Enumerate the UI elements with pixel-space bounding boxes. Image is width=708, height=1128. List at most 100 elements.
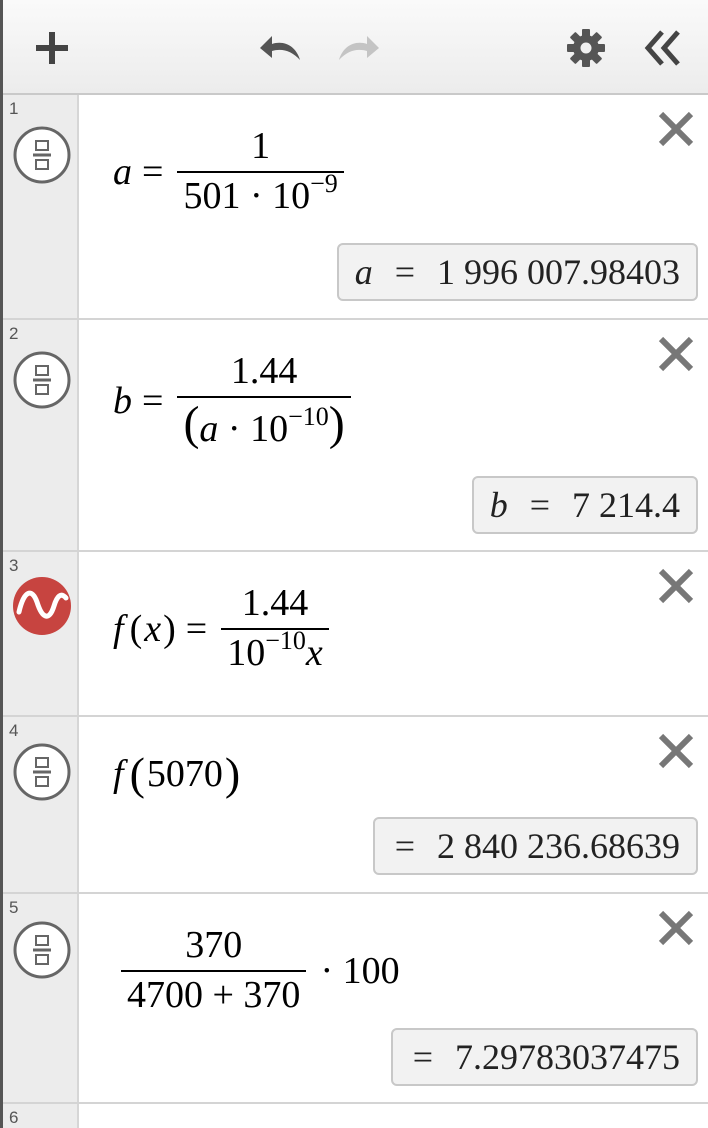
result-equals: =	[394, 826, 415, 866]
close-icon	[658, 111, 694, 147]
denominator-base: 10	[227, 631, 266, 674]
expression-index: 5	[9, 898, 19, 917]
result-value: 1 996 007.98403	[437, 252, 680, 292]
collapse-panel-button[interactable]	[634, 20, 690, 76]
exponent: −10	[265, 625, 306, 655]
close-icon	[658, 910, 694, 946]
math-expression[interactable]: f ( x ) = 1.44 10−10x	[113, 582, 333, 674]
denominator: 4700 + 370	[121, 969, 307, 1016]
numerator: 1.44	[241, 582, 309, 624]
expression-index: 2	[9, 324, 19, 343]
denominator-base: · 10	[218, 407, 289, 450]
result-variable: a	[354, 252, 373, 292]
undo-button[interactable]	[253, 20, 309, 76]
denominator: 10−10x	[221, 625, 329, 674]
function-name: f	[113, 607, 124, 650]
exponent: −10	[288, 401, 329, 431]
expression-row[interactable]: 4 f ( 5070 ) = 2 840 236.68639	[3, 717, 708, 894]
denominator-variable: a	[199, 407, 219, 450]
delete-expression-button[interactable]	[654, 564, 698, 608]
math-expression[interactable]: b = 1.44 (a · 10−10)	[113, 350, 355, 450]
variable-b: b	[113, 379, 132, 422]
evaluation-result: = 2 840 236.68639	[372, 817, 698, 875]
expression-row[interactable]: 3 f ( x ) = 1.44 10−10x	[3, 552, 708, 717]
expression-row[interactable]: 2 b = 1.44 (a · 10−10) b = 7 214.4	[3, 320, 708, 552]
gear-icon	[567, 29, 605, 67]
numerator: 1	[251, 125, 271, 167]
variable-a: a	[113, 150, 132, 193]
expression-gutter: 3	[3, 552, 79, 715]
expression-index: 3	[9, 556, 19, 575]
denominator-base: 501 · 10	[183, 174, 311, 217]
result-value: 7 214.4	[572, 485, 680, 525]
graph-wave-icon[interactable]	[12, 576, 72, 636]
settings-button[interactable]	[558, 20, 614, 76]
expression-gutter: 1	[3, 95, 79, 318]
delete-expression-button[interactable]	[654, 729, 698, 773]
fraction: 1 501 · 10−9	[177, 125, 344, 217]
delete-expression-button[interactable]	[654, 906, 698, 950]
fraction-toggle-icon[interactable]	[12, 742, 72, 802]
math-expression[interactable]: a = 1 501 · 10−9	[113, 125, 348, 217]
open-paren: (	[129, 748, 145, 799]
evaluation-result: b = 7 214.4	[471, 476, 698, 534]
function-name: f	[113, 752, 124, 795]
function-argument: x	[144, 607, 162, 650]
delete-expression-button[interactable]	[654, 332, 698, 376]
expression-row[interactable]: 1 a = 1 501 · 10−9 a = 1 996 007.98403	[3, 95, 708, 320]
expression-gutter: 6	[3, 1104, 79, 1128]
fraction-toggle-icon[interactable]	[12, 125, 72, 185]
result-variable: b	[489, 485, 508, 525]
math-expression[interactable]: 370 4700 + 370 · 100	[117, 924, 400, 1016]
close-paren: )	[163, 607, 176, 650]
close-icon	[658, 733, 694, 769]
evaluation-result: = 7.29783037475	[390, 1028, 698, 1086]
denominator: 501 · 10−9	[177, 168, 344, 217]
fraction-toggle-icon[interactable]	[12, 920, 72, 980]
exponent: −9	[310, 168, 338, 198]
delete-expression-button[interactable]	[654, 107, 698, 151]
expression-row[interactable]: 5 370 4700 + 370 · 100 = 7.29783037475	[3, 894, 708, 1104]
denominator: (a · 10−10)	[177, 395, 351, 450]
expression-index: 4	[9, 721, 19, 740]
redo-icon	[339, 36, 379, 60]
double-chevron-left-icon	[644, 30, 680, 66]
close-icon	[658, 568, 694, 604]
equals-sign: =	[142, 150, 164, 193]
numerator: 370	[185, 924, 243, 966]
result-equals: =	[529, 485, 550, 525]
expression-toolbar	[3, 0, 708, 95]
multiplier: · 100	[320, 949, 400, 992]
undo-icon	[260, 36, 300, 60]
add-expression-button[interactable]	[24, 20, 80, 76]
function-argument: 5070	[146, 752, 223, 795]
open-paren: (	[129, 607, 143, 650]
result-value: 7.29783037475	[455, 1037, 680, 1077]
equals-sign: =	[142, 379, 164, 422]
result-value: 2 840 236.68639	[437, 826, 680, 866]
expression-gutter: 4	[3, 717, 79, 892]
expression-row[interactable]: 6	[3, 1104, 708, 1128]
fraction: 1.44 (a · 10−10)	[177, 350, 351, 450]
equals-sign: =	[185, 607, 208, 650]
math-expression[interactable]: f ( 5070 )	[113, 747, 240, 800]
expression-gutter: 2	[3, 320, 79, 550]
result-equals: =	[412, 1037, 433, 1077]
expression-index: 6	[9, 1108, 19, 1127]
redo-button[interactable]	[330, 20, 386, 76]
result-equals: =	[394, 252, 415, 292]
close-paren: )	[224, 748, 241, 799]
fraction-toggle-icon[interactable]	[12, 350, 72, 410]
fraction: 370 4700 + 370	[121, 924, 307, 1016]
close-paren: )	[328, 396, 345, 450]
evaluation-result: a = 1 996 007.98403	[336, 243, 698, 301]
denominator-variable: x	[305, 631, 323, 674]
fraction: 1.44 10−10x	[221, 582, 329, 674]
numerator: 1.44	[230, 350, 298, 392]
calculator-app: 1 a = 1 501 · 10−9 a = 1 996 007.98403 2…	[0, 0, 708, 1128]
open-paren: (	[183, 396, 200, 450]
close-icon	[658, 336, 694, 372]
add-icon	[36, 32, 68, 64]
expression-gutter: 5	[3, 894, 79, 1102]
expression-index: 1	[9, 99, 19, 118]
